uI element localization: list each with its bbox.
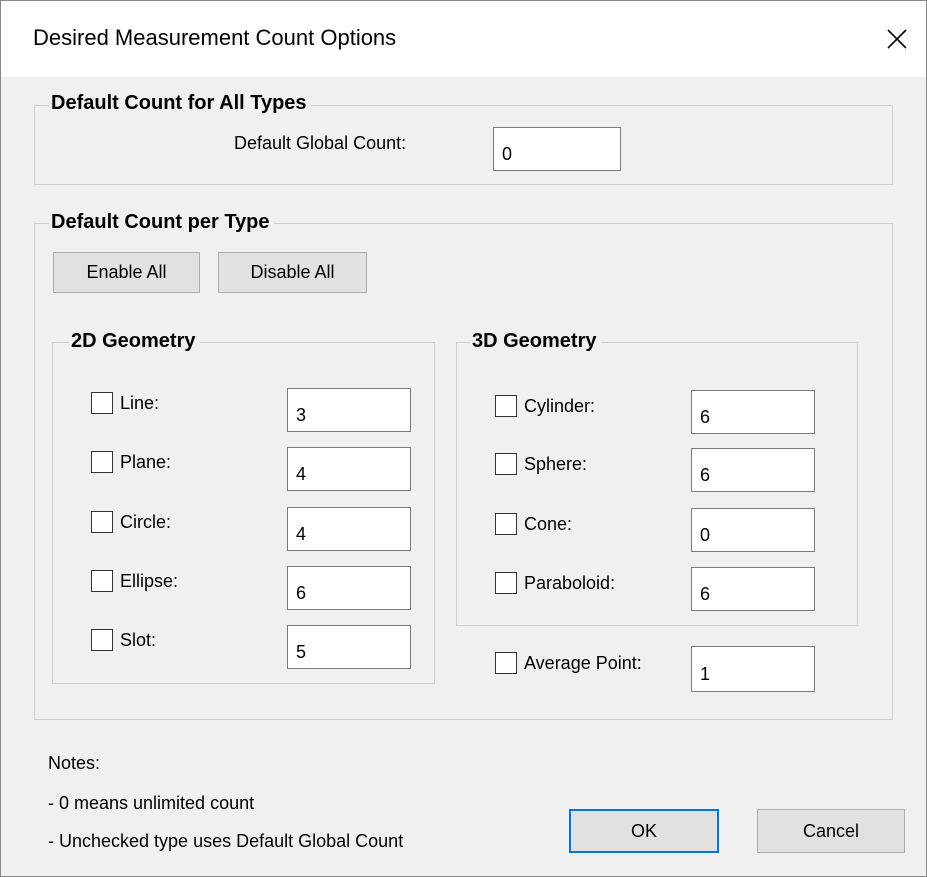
window-title: Desired Measurement Count Options (33, 25, 397, 50)
per-type-group-title: Default Count per Type (49, 211, 274, 234)
cylinder-count-input[interactable] (691, 390, 815, 434)
slot-count-input[interactable] (287, 625, 411, 669)
ellipse-label: Ellipse: (120, 571, 179, 591)
line-label: Line: (120, 393, 160, 413)
title-bar: Desired Measurement Count Options (1, 1, 926, 77)
measurement-count-dialog: Desired Measurement Count Options Defaul… (0, 0, 927, 877)
average-point-checkbox[interactable] (495, 652, 517, 674)
circle-count-input[interactable] (287, 507, 411, 551)
line-count-input[interactable] (287, 388, 411, 432)
circle-label: Circle: (120, 512, 172, 532)
cylinder-checkbox[interactable] (495, 395, 517, 417)
default-global-count-input[interactable] (493, 127, 621, 171)
cylinder-label: Cylinder: (524, 396, 596, 416)
paraboloid-checkbox[interactable] (495, 572, 517, 594)
notes-heading: Notes: (48, 753, 101, 773)
average-point-count-input[interactable] (691, 646, 815, 692)
circle-checkbox[interactable] (91, 511, 113, 533)
cone-label: Cone: (524, 514, 573, 534)
average-point-label: Average Point: (524, 653, 642, 673)
plane-label: Plane: (120, 452, 172, 472)
ellipse-count-input[interactable] (287, 566, 411, 610)
geometry-2d-group-title: 2D Geometry (69, 330, 200, 353)
cone-count-input[interactable] (691, 508, 815, 552)
ellipse-checkbox[interactable] (91, 570, 113, 592)
default-global-count-label: Default Global Count: (234, 133, 407, 153)
note-unchecked: - Unchecked type uses Default Global Cou… (48, 831, 404, 851)
plane-count-input[interactable] (287, 447, 411, 491)
sphere-label: Sphere: (524, 454, 588, 474)
close-button[interactable] (868, 1, 926, 77)
geometry-3d-group-title: 3D Geometry (470, 330, 601, 353)
plane-checkbox[interactable] (91, 451, 113, 473)
global-count-group-title: Default Count for All Types (49, 92, 311, 115)
slot-checkbox[interactable] (91, 629, 113, 651)
global-count-group (34, 105, 893, 185)
paraboloid-label: Paraboloid: (524, 573, 616, 593)
cancel-button[interactable]: Cancel (757, 809, 905, 853)
paraboloid-count-input[interactable] (691, 567, 815, 611)
ok-button[interactable]: OK (569, 809, 719, 853)
close-icon (887, 29, 907, 49)
sphere-checkbox[interactable] (495, 453, 517, 475)
cone-checkbox[interactable] (495, 513, 517, 535)
sphere-count-input[interactable] (691, 448, 815, 492)
slot-label: Slot: (120, 630, 157, 650)
enable-all-button[interactable]: Enable All (53, 252, 200, 293)
note-unlimited: - 0 means unlimited count (48, 793, 255, 813)
line-checkbox[interactable] (91, 392, 113, 414)
disable-all-button[interactable]: Disable All (218, 252, 367, 293)
